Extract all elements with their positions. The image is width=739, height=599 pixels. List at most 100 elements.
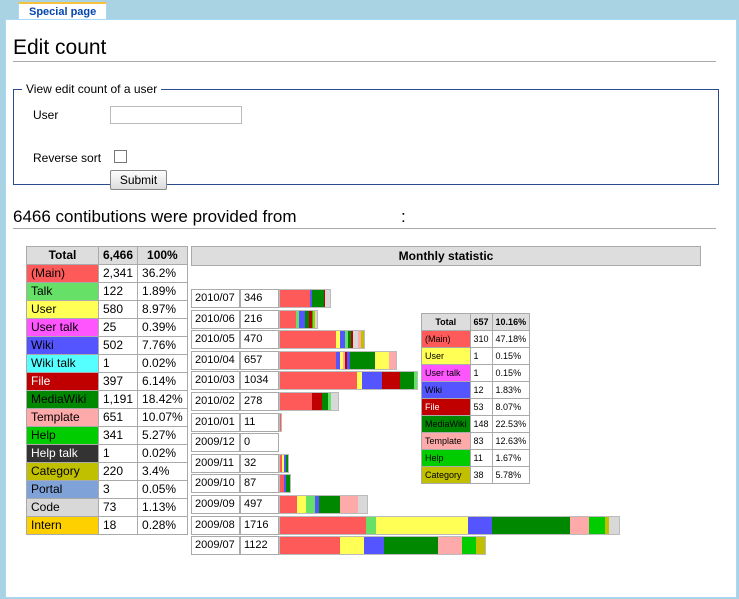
namespace-row: Help 341 5.27% (26, 426, 188, 445)
namespace-count: 397 (97, 372, 139, 391)
namespace-count: 502 (97, 336, 139, 355)
monthly-bar-segment (389, 351, 396, 369)
namespace-percent: 36.2% (137, 264, 188, 283)
monthly-bar (279, 371, 418, 391)
detail-count: 83 (469, 432, 493, 450)
namespace-percent: 0.02% (137, 354, 188, 373)
monthly-bar-segment (297, 496, 306, 513)
namespace-row: Intern 18 0.28% (26, 516, 188, 535)
reverse-sort-checkbox[interactable] (114, 150, 127, 163)
namespace-row: MediaWiki 1,191 18.42% (26, 390, 188, 409)
user-label: User (33, 108, 59, 122)
monthly-bar-segment (340, 537, 364, 555)
namespace-percent: 1.13% (137, 498, 188, 517)
namespace-count: 341 (97, 426, 139, 445)
monthly-bar-segment (319, 496, 340, 513)
monthly-bar-segment (325, 290, 330, 307)
namespace-name: Help talk (26, 444, 99, 463)
namespace-percent: 6.14% (137, 372, 188, 391)
namespace-percent: 0.02% (137, 444, 188, 463)
detail-percent: 1.67% (491, 449, 531, 467)
monthly-count: 470 (240, 330, 279, 350)
monthly-bar (279, 350, 397, 370)
detail-name: MediaWiki (421, 415, 471, 433)
monthly-bar-segment (364, 537, 384, 555)
detail-name: Template (421, 432, 471, 450)
namespace-name: Intern (26, 516, 99, 535)
monthly-count: 346 (240, 289, 279, 308)
detail-name: User (421, 347, 471, 365)
header-count: 6,466 (97, 246, 139, 265)
monthly-bar-segment (280, 310, 296, 328)
detail-row: File 53 8.07% (421, 398, 531, 416)
namespace-table-header: Total 6,466 100% (26, 246, 188, 265)
monthly-date: 2010/07 (191, 289, 240, 308)
detail-name: File (421, 398, 471, 416)
namespace-name: User talk (26, 318, 99, 337)
monthly-bar-segment (361, 331, 364, 349)
monthly-bar-segment (609, 516, 619, 534)
detail-count: 1 (469, 364, 493, 382)
monthly-bar-segment (362, 372, 382, 390)
namespace-percent: 0.05% (137, 480, 188, 499)
detail-percent: 22.53% (491, 415, 531, 433)
namespace-name: Category (26, 462, 99, 481)
monthly-bar (279, 495, 368, 514)
monthly-date: 2010/01 (191, 412, 240, 432)
namespace-name: Template (26, 408, 99, 427)
monthly-bar-segment (492, 516, 570, 534)
namespace-name: MediaWiki (26, 390, 99, 409)
namespace-row: Help talk 1 0.02% (26, 444, 188, 463)
detail-count: 12 (469, 381, 493, 399)
monthly-bar-segment (280, 496, 297, 513)
header-total: Total (26, 246, 99, 265)
namespace-percent: 3.4% (137, 462, 188, 481)
namespace-percent: 7.76% (137, 336, 188, 355)
monthly-bar-segment (312, 290, 324, 307)
detail-row: Help 11 1.67% (421, 449, 531, 467)
submit-button[interactable]: Submit (110, 170, 167, 190)
namespace-count: 2,341 (97, 264, 139, 283)
monthly-bar-segment (468, 516, 492, 534)
namespace-count: 1 (97, 444, 139, 463)
monthly-count: 0 (240, 433, 279, 453)
namespace-count: 220 (97, 462, 139, 481)
detail-name: (Main) (421, 330, 471, 348)
user-input[interactable] (110, 106, 242, 124)
detail-count: 53 (469, 398, 493, 416)
monthly-bar-segment (400, 372, 414, 390)
page-title: Edit count (13, 36, 716, 62)
namespace-row: Wiki 502 7.76% (26, 336, 188, 355)
monthly-count: 497 (240, 495, 279, 514)
monthly-bar-segment (280, 351, 336, 369)
monthly-date: 2010/06 (191, 309, 240, 329)
detail-row: MediaWiki 148 22.53% (421, 415, 531, 433)
namespace-count: 1,191 (97, 390, 139, 409)
monthly-bar-segment (384, 537, 438, 555)
detail-percent: 8.07% (491, 398, 531, 416)
namespace-name: Wiki (26, 336, 99, 355)
detail-row: Category 38 5.78% (421, 466, 531, 484)
edit-count-form: View edit count of a user User Reverse s… (13, 82, 719, 190)
monthly-date: 2010/02 (191, 392, 240, 411)
namespace-percent: 0.28% (137, 516, 188, 535)
monthly-bar-segment (589, 516, 605, 534)
namespace-percent: 1.89% (137, 282, 188, 301)
monthly-bar-segment (358, 496, 367, 513)
namespace-row: File 397 6.14% (26, 372, 188, 391)
monthly-bar (279, 309, 318, 329)
detail-percent: 0.15% (491, 347, 531, 365)
namespace-name: Wiki talk (26, 354, 99, 373)
monthly-bar-segment (438, 537, 462, 555)
monthly-bar-segment (570, 516, 589, 534)
detail-header-percent: 10.16% (491, 313, 531, 331)
monthly-bar (279, 392, 339, 411)
monthly-bar-segment (350, 351, 375, 369)
namespace-name: Code (26, 498, 99, 517)
monthly-bar-segment (414, 372, 417, 390)
detail-header-count: 657 (469, 313, 493, 331)
detail-name: Category (421, 466, 471, 484)
detail-row: Template 83 12.63% (421, 432, 531, 450)
namespace-row: Code 73 1.13% (26, 498, 188, 517)
monthly-bar-segment (280, 331, 336, 349)
